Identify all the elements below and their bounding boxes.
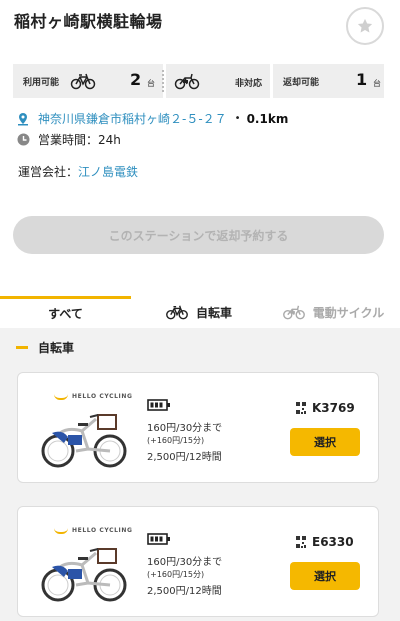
tab-electric-cycle[interactable]: 電動サイクル bbox=[265, 296, 400, 328]
operator-label: 運営会社： bbox=[18, 165, 79, 179]
brand-name: HELLO CYCLING bbox=[72, 393, 133, 400]
select-button[interactable]: 選択 bbox=[290, 428, 360, 456]
qr-code-icon bbox=[296, 536, 306, 548]
rentable-stat: 利用可能 2 台 bbox=[13, 64, 164, 98]
section-accent-bar bbox=[16, 346, 28, 349]
qr-code-icon bbox=[296, 402, 306, 414]
rentable-unit: 台 bbox=[147, 79, 155, 88]
logo-arc bbox=[54, 528, 68, 534]
returnable-label: 返却可能 bbox=[283, 77, 320, 88]
vehicle-code-text: K3769 bbox=[312, 401, 355, 415]
price-base: 160円/30分まで bbox=[147, 423, 223, 434]
vehicle-code: K3769 bbox=[296, 401, 355, 415]
rentable-count: 2 bbox=[130, 70, 142, 89]
station-detail-page: 稲村ヶ崎駅横駐輪場 利用可能 2 台 非対応 返却可能 1 台 神奈川県鎌倉市稲… bbox=[0, 0, 400, 621]
battery-icon bbox=[147, 399, 170, 411]
battery-icon bbox=[147, 533, 170, 545]
tab-electric-cycle-label: 電動サイクル bbox=[312, 305, 385, 320]
operator-link[interactable]: 江ノ島電鉄 bbox=[78, 165, 138, 179]
bicycle-icon bbox=[70, 73, 96, 90]
price-12h: 2,500円/12時間 bbox=[147, 452, 222, 463]
vehicle-code-text: E6330 bbox=[312, 535, 354, 549]
hours-row: 営業時間：24h bbox=[16, 131, 121, 148]
bicycle-image bbox=[41, 414, 127, 468]
price-extra: (+160円/15分) bbox=[147, 570, 205, 579]
address-row: 神奈川県鎌倉市稲村ヶ崎２-５-２７ • 0.1km bbox=[16, 110, 288, 127]
address-link[interactable]: 神奈川県鎌倉市稲村ヶ崎２-５-２７ bbox=[38, 110, 227, 127]
bicycle-image bbox=[41, 548, 127, 602]
tab-all-label: すべて bbox=[48, 307, 83, 321]
opening-hours: 営業時間：24h bbox=[38, 133, 121, 147]
price-12h: 2,500円/12時間 bbox=[147, 586, 222, 597]
select-button[interactable]: 選択 bbox=[290, 562, 360, 590]
favorite-button[interactable] bbox=[346, 7, 384, 45]
distance-separator: • bbox=[234, 113, 241, 124]
vehicle-tabs: すべて 自転車 電動サイクル bbox=[0, 296, 400, 328]
clock-icon bbox=[16, 133, 30, 147]
tab-bicycle[interactable]: 自転車 bbox=[131, 296, 265, 328]
electric-bicycle-icon bbox=[281, 304, 307, 320]
station-name: 稲村ヶ崎駅横駐輪場 bbox=[14, 12, 163, 31]
returnable-count: 1 bbox=[356, 70, 368, 89]
distance: 0.1km bbox=[246, 111, 289, 126]
section-title: 自転車 bbox=[38, 341, 75, 355]
reserve-return-button[interactable]: このステーションで返却予約する bbox=[13, 216, 384, 254]
vehicle-code: E6330 bbox=[296, 535, 354, 549]
returnable-unit: 台 bbox=[373, 79, 381, 88]
availability-stats: 利用可能 2 台 非対応 返却可能 1 台 bbox=[13, 64, 384, 98]
tab-all[interactable]: すべて bbox=[0, 296, 131, 328]
logo-arc bbox=[54, 394, 68, 400]
rentable-label: 利用可能 bbox=[23, 77, 60, 88]
electric-bicycle-icon bbox=[174, 73, 200, 90]
price-base: 160円/30分まで bbox=[147, 557, 223, 568]
vehicle-card: HELLO CYCLING 160円/30分まで (+160円/15分) 2,5… bbox=[17, 506, 379, 617]
ebike-stat: 非対応 bbox=[166, 64, 270, 98]
tab-bicycle-label: 自転車 bbox=[195, 305, 232, 320]
brand-name: HELLO CYCLING bbox=[72, 527, 133, 534]
location-pin-icon bbox=[16, 112, 30, 126]
returnable-stat: 返却可能 1 台 bbox=[273, 64, 384, 98]
hello-cycling-logo: HELLO CYCLING bbox=[54, 527, 132, 534]
ebike-status: 非対応 bbox=[234, 79, 262, 89]
operator-row: 運営会社：江ノ島電鉄 bbox=[18, 163, 138, 180]
section-header-bicycle: 自転車 bbox=[16, 339, 74, 356]
price-extra: (+160円/15分) bbox=[147, 436, 205, 445]
vehicle-card: HELLO CYCLING 160円/30分まで (+160円/15分) 2,5… bbox=[17, 372, 379, 483]
bicycle-icon bbox=[164, 304, 190, 320]
star-icon bbox=[357, 18, 373, 33]
hello-cycling-logo: HELLO CYCLING bbox=[54, 393, 132, 400]
